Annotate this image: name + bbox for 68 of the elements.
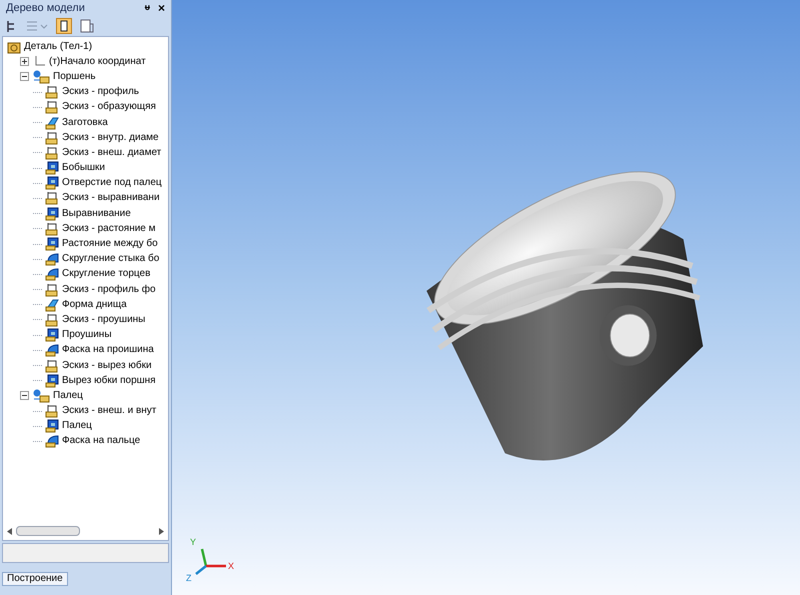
tree-item[interactable]: Скругление торцев	[62, 269, 150, 280]
tree-item[interactable]: Скругление стыка бо	[62, 254, 160, 264]
sketch-icon	[45, 130, 59, 145]
x-axis-label: X	[228, 560, 234, 573]
sketch-icon	[45, 85, 59, 100]
operation-icon	[45, 176, 59, 190]
fillet-icon	[45, 252, 59, 266]
tree-item[interactable]: Палец	[62, 421, 92, 432]
document-icon[interactable]	[80, 19, 94, 33]
z-axis-label: Z	[186, 572, 192, 585]
tree-item[interactable]: Эскиз - выравнивани	[62, 193, 160, 204]
document-toggle-icon[interactable]	[56, 18, 72, 34]
collapse-icon[interactable]	[20, 72, 29, 82]
part-icon	[7, 40, 21, 54]
sketch-icon	[45, 100, 59, 114]
fillet-icon	[45, 267, 59, 282]
tree-item[interactable]: (т)Начало координат	[49, 56, 146, 67]
tree-item[interactable]: Отверстие под палец	[62, 178, 162, 188]
tree-item[interactable]: Бобышки	[62, 163, 106, 174]
tree-item[interactable]: Эскиз - профиль фо	[62, 284, 156, 295]
sketch-icon	[45, 146, 59, 160]
tree-item[interactable]: Заготовка	[62, 118, 108, 128]
tree-item[interactable]: Эскиз - образующяя	[62, 102, 156, 112]
scroll-left-icon[interactable]	[7, 528, 12, 534]
tree-item[interactable]: Палец	[53, 390, 83, 401]
tree-item[interactable]: Эскиз - внеш. и внут	[62, 406, 156, 416]
bottom-tab[interactable]: Построение	[2, 572, 68, 586]
operation-icon	[45, 419, 59, 434]
extrude-icon	[45, 298, 59, 312]
expand-icon[interactable]	[20, 57, 29, 66]
close-button[interactable]: ×	[158, 0, 165, 17]
tree-item[interactable]: Вырез юбки поршня	[62, 376, 156, 386]
part-icon	[32, 70, 50, 84]
sketch-icon	[45, 404, 59, 418]
tree-item[interactable]: Эскиз - проушины	[62, 314, 146, 325]
tree-item[interactable]: Эскиз - внутр. диаме	[62, 132, 159, 143]
fillet-icon	[45, 434, 59, 448]
tree-item[interactable]: Поршень	[53, 72, 96, 82]
extrude-icon	[45, 116, 59, 130]
tree-item[interactable]: Форма днища	[62, 300, 127, 310]
fillet-icon	[45, 343, 59, 358]
sketch-icon	[45, 312, 59, 327]
operation-icon	[45, 161, 59, 176]
sketch-icon	[45, 282, 59, 297]
operation-icon	[45, 328, 59, 342]
tree-item[interactable]: Эскиз - внеш. диамет	[62, 148, 162, 158]
scrollbar-thumb[interactable]	[16, 526, 80, 536]
sketch-icon	[45, 191, 59, 206]
sketch-icon	[45, 222, 59, 236]
tree-item[interactable]: Эскиз - профиль	[62, 87, 140, 98]
tree-item[interactable]: Проушины	[62, 330, 112, 340]
part-icon	[32, 388, 50, 403]
tree-item[interactable]: Эскиз - вырез юбки	[62, 360, 152, 371]
pin-button[interactable]: ᵾ	[144, 1, 150, 15]
tree-item[interactable]: Деталь (Тел-1)	[24, 42, 92, 52]
operation-icon	[45, 237, 59, 252]
tree-item[interactable]: Фаска на проишина	[62, 345, 154, 356]
panel-title: Дерево модели	[6, 0, 86, 16]
sketch-icon	[45, 358, 59, 373]
tree-item[interactable]: Фаска на пальце	[62, 436, 140, 446]
scroll-right-icon[interactable]	[159, 528, 164, 534]
y-axis-label: Y	[190, 536, 196, 549]
tree-item[interactable]: Растояние между бо	[62, 239, 158, 250]
operation-icon	[45, 374, 59, 388]
operation-icon	[45, 206, 59, 221]
tree-item[interactable]: Эскиз - растояние м	[62, 224, 156, 234]
collapse-icon[interactable]	[20, 391, 29, 400]
tree-item[interactable]: Выравнивание	[62, 208, 131, 219]
